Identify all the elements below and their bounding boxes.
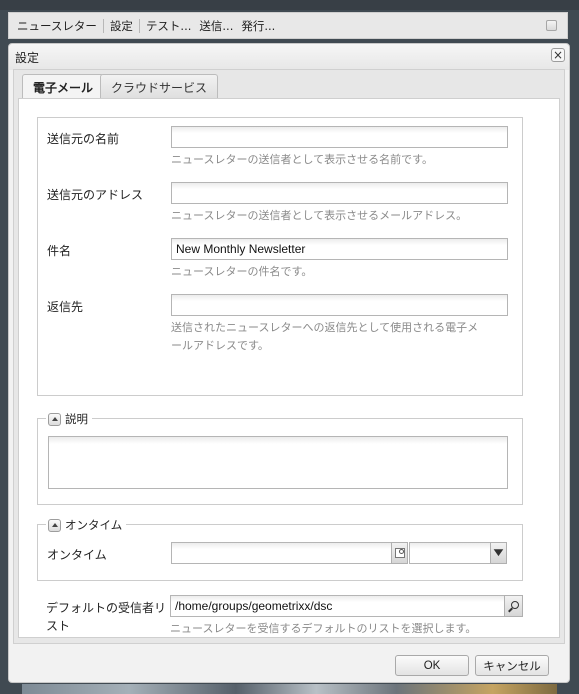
toolbar-settings[interactable]: 設定 — [106, 18, 137, 34]
subject-help: ニュースレターの件名です。 — [171, 265, 313, 278]
top-toolbar-strip — [0, 0, 579, 10]
search-icon — [510, 600, 519, 609]
subject-label: 件名 — [47, 244, 72, 258]
reply-to-input[interactable] — [171, 294, 508, 316]
reply-to-label: 返信先 — [47, 300, 84, 314]
background-page-image — [22, 684, 557, 694]
description-group: 説明 — [37, 411, 523, 505]
description-legend-text: 説明 — [65, 412, 88, 426]
close-button[interactable]: × — [551, 48, 565, 62]
description-legend: 説明 — [46, 411, 92, 427]
newsletter-toolbar: ニュースレター 設定 テスト... 送信... 発行... — [8, 12, 568, 39]
close-icon: × — [552, 48, 564, 62]
from-address-help: ニュースレターの送信者として表示させるメールアドレス。 — [171, 209, 468, 222]
tab-cloud-services[interactable]: クラウドサービス — [100, 74, 219, 99]
toolbar-separator — [138, 18, 140, 33]
cancel-button[interactable]: キャンセル — [475, 655, 549, 676]
toolbar-send[interactable]: 送信... — [195, 18, 237, 34]
ontime-time-input[interactable] — [409, 542, 491, 564]
toolbar-publish[interactable]: 発行... — [237, 18, 279, 34]
toolbar-checkbox[interactable] — [546, 20, 557, 31]
tab-panel: 電子メール クラウドサービス 送信元の名前 ニュースレターの送信者として表示させ… — [13, 69, 565, 644]
date-picker-button[interactable] — [391, 542, 408, 564]
reply-to-help-line2: ールアドレスです。 — [171, 339, 269, 352]
description-collapse-button[interactable] — [48, 412, 61, 426]
toolbar-separator — [102, 18, 104, 33]
ontime-label: オンタイム — [47, 548, 107, 562]
description-textarea[interactable] — [48, 436, 508, 489]
reply-to-help-line1: 送信されたニュースレターへの返信先として使用される電子メ — [171, 321, 479, 334]
subject-input[interactable] — [171, 238, 508, 260]
from-address-input[interactable] — [171, 182, 508, 204]
email-tab-body: 送信元の名前 ニュースレターの送信者として表示させる名前です。 送信元のアドレス… — [18, 98, 560, 638]
from-address-label: 送信元のアドレス — [47, 188, 144, 202]
settings-dialog: 設定 × 電子メール クラウドサービス 送信元の名前 ニュースレターの送信者とし… — [8, 43, 570, 683]
ontime-date-input[interactable] — [171, 542, 393, 564]
ok-button[interactable]: OK — [395, 655, 469, 676]
dialog-header[interactable]: 設定 × — [9, 44, 569, 70]
collapse-arrow-icon — [51, 417, 58, 421]
from-name-help: ニュースレターの送信者として表示させる名前です。 — [171, 153, 434, 166]
recipient-search-button[interactable] — [504, 595, 523, 617]
recipient-list-help: ニュースレターを受信するデフォルトのリストを選択します。 — [170, 622, 477, 635]
email-fields-group: 送信元の名前 ニュースレターの送信者として表示させる名前です。 送信元のアドレス… — [37, 117, 523, 396]
tab-strip: 電子メール クラウドサービス — [14, 70, 564, 100]
ontime-legend-text: オンタイム — [65, 518, 123, 532]
dialog-title: 設定 — [15, 51, 40, 65]
time-dropdown-button[interactable]: ▼ — [490, 542, 507, 564]
ontime-group: オンタイム オンタイム ▼ — [37, 517, 523, 581]
chevron-down-icon: ▼ — [493, 548, 504, 558]
toolbar-test[interactable]: テスト... — [142, 18, 195, 34]
ontime-collapse-button[interactable] — [48, 518, 61, 532]
from-name-label: 送信元の名前 — [47, 132, 120, 146]
recipient-list-label-line2: スト — [46, 619, 71, 633]
recipient-list-label-line1: デフォルトの受信者リ — [46, 601, 167, 615]
collapse-arrow-icon — [51, 523, 58, 527]
ontime-legend: オンタイム — [46, 517, 127, 533]
calendar-icon — [394, 548, 405, 558]
toolbar-newsletter[interactable]: ニュースレター — [13, 18, 101, 34]
recipient-list-input[interactable] — [170, 595, 505, 617]
from-name-input[interactable] — [171, 126, 508, 148]
tab-email[interactable]: 電子メール — [22, 74, 105, 100]
